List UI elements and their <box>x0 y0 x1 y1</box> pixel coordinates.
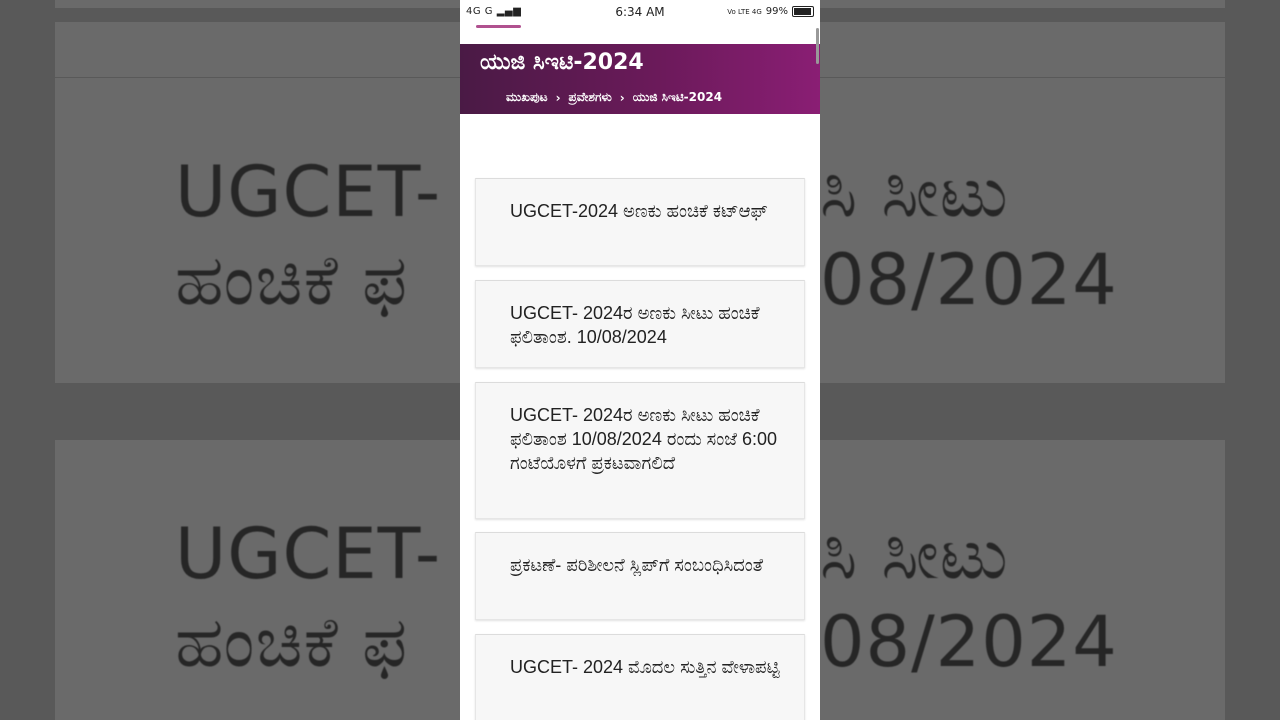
bg-text: 08/2024 <box>820 239 1118 321</box>
list-item-label: UGCET-2024 ಅಣಕು ಹಂಚಿಕೆ ಕಟ್‌ಆಫ್ <box>510 201 768 221</box>
breadcrumb-admissions[interactable]: ಪ್ರವೇಶಗಳು <box>569 90 612 105</box>
list-item[interactable]: UGCET- 2024ರ ಅಣಕು ಸೀಟು ಹಂಚಿಕೆ ಫಲಿತಾಂಶ. 1… <box>475 280 805 368</box>
chevron-right-icon: › <box>619 90 625 105</box>
battery-percent: 99% <box>765 6 788 17</box>
list-item[interactable]: ಪ್ರಕಟಣೆ- ಪರಿಶೀಲನೆ ಸ್ಲಿಪ್‌ಗೆ ಸಂಬಂಧಿಸಿದಂತೆ <box>475 532 805 620</box>
list-item-label: UGCET- 2024ರ ಅಣಕು ಸೀಟು ಹಂಚಿಕೆ ಫಲಿತಾಂಶ. 1… <box>510 303 760 347</box>
list-item[interactable]: UGCET- 2024ರ ಅಣಕು ಸೀಟು ಹಂಚಿಕೆ ಫಲಿತಾಂಶ 10… <box>475 382 805 519</box>
scrollbar[interactable] <box>816 28 819 64</box>
page-header: ಯುಜಿ ಸಿಇಟಿ-2024 ಮುಖಪುಟ › ಪ್ರವೇಶಗಳು › ಯುಜ… <box>460 44 820 114</box>
chevron-right-icon: › <box>555 90 561 105</box>
bg-text: ಸಿ ಸೀಟು <box>820 151 1009 233</box>
bg-text: ಸಿ ಸೀಟು <box>820 513 1009 595</box>
page-title: ಯುಜಿ ಸಿಇಟಿ-2024 <box>480 50 644 75</box>
list-item[interactable]: UGCET- 2024 ಮೊದಲ ಸುತ್ತಿನ ವೇಳಾಪಟ್ಟಿ <box>475 634 805 720</box>
list-item-label: ಪ್ರಕಟಣೆ- ಪರಿಶೀಲನೆ ಸ್ಲಿಪ್‌ಗೆ ಸಂಬಂಧಿಸಿದಂತೆ <box>510 555 764 575</box>
breadcrumb-home[interactable]: ಮುಖಪುಟ <box>506 90 548 105</box>
network-label: Vo LTE 4G <box>727 7 762 16</box>
bg-text: ಹಂಚಿಕೆ ಫ <box>175 239 408 321</box>
battery-icon <box>792 6 814 17</box>
bg-text: ಹಂಚಿಕೆ ಫ <box>175 601 408 683</box>
breadcrumb: ಮುಖಪುಟ › ಪ್ರವೇಶಗಳು › ಯುಜಿ ಸಿಇಟಿ-2024 <box>506 90 722 105</box>
bg-text: 08/2024 <box>820 601 1118 683</box>
phone-screen: 4G G ▂▄▆ 6:34 AM Vo LTE 4G 99% ಯುಜಿ ಸಿಇಟ… <box>460 0 820 720</box>
list-item-label: UGCET- 2024ರ ಅಣಕು ಸೀಟು ಹಂಚಿಕೆ ಫಲಿತಾಂಶ 10… <box>510 405 778 473</box>
status-right: Vo LTE 4G 99% <box>727 6 814 17</box>
list-item-label: UGCET- 2024 ಮೊದಲ ಸುತ್ತಿನ ವೇಳಾಪಟ್ಟಿ <box>510 657 780 677</box>
list-item[interactable]: UGCET-2024 ಅಣಕು ಹಂಚಿಕೆ ಕಟ್‌ಆಫ್ <box>475 178 805 266</box>
status-bar: 4G G ▂▄▆ 6:34 AM Vo LTE 4G 99% <box>460 0 820 44</box>
tab-indicator <box>476 25 521 28</box>
breadcrumb-current: ಯುಜಿ ಸಿಇಟಿ-2024 <box>632 90 723 104</box>
